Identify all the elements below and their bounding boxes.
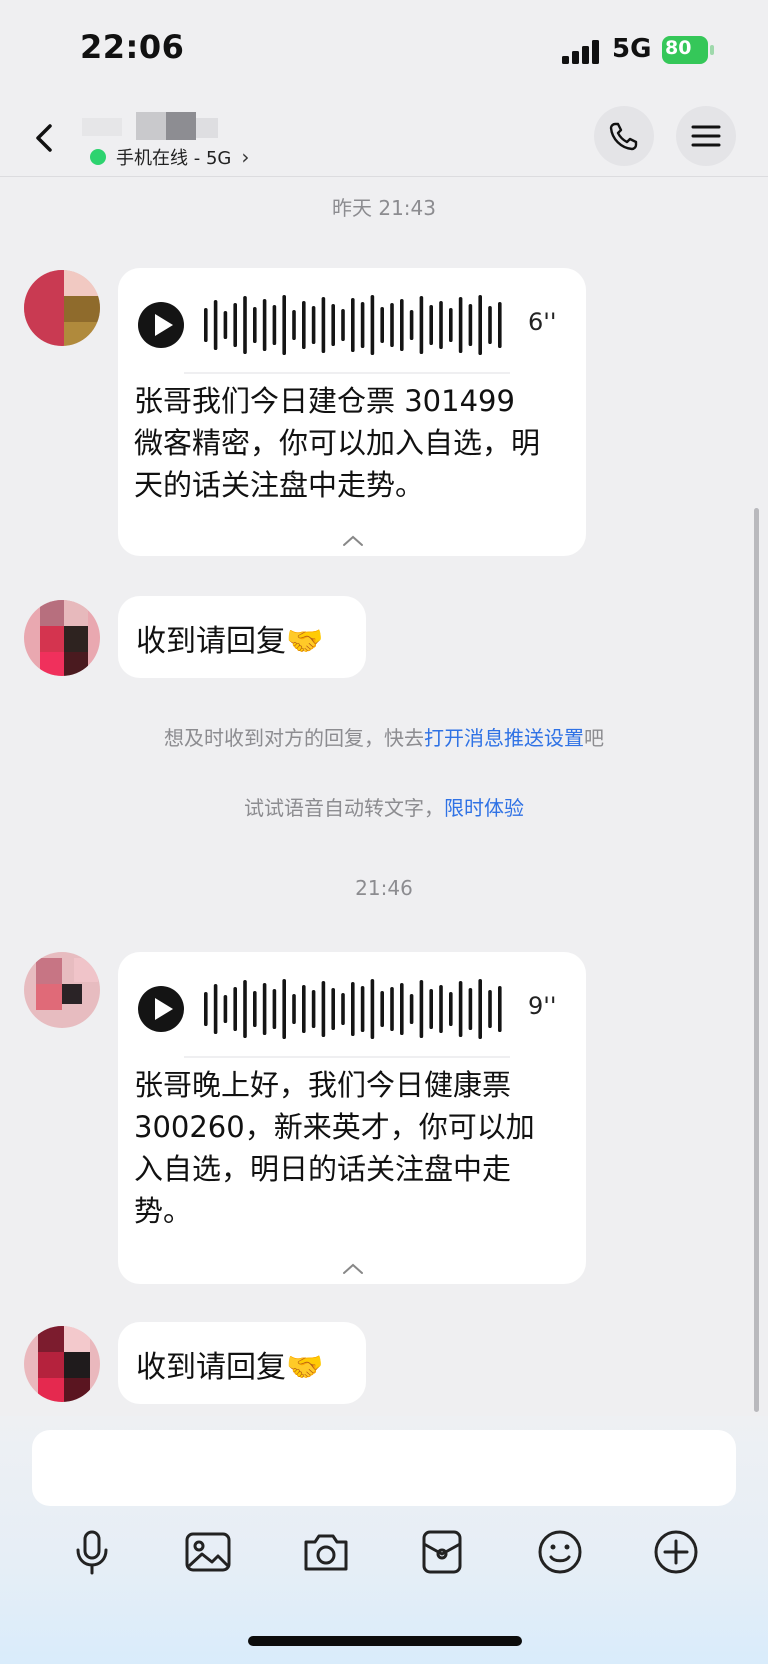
network-type: 5G bbox=[612, 34, 652, 64]
voice-player: 6'' bbox=[138, 294, 558, 355]
play-button[interactable] bbox=[138, 986, 184, 1032]
more-menu-button[interactable] bbox=[676, 106, 736, 166]
voice-call-button[interactable] bbox=[594, 106, 654, 166]
status-time: 22:06 bbox=[80, 28, 185, 66]
text-message-bubble[interactable]: 收到请回复🤝 bbox=[118, 596, 366, 678]
voice-player: 9'' bbox=[138, 978, 558, 1039]
online-status-text: 手机在线 - 5G bbox=[116, 148, 232, 169]
home-indicator[interactable] bbox=[248, 1636, 522, 1646]
push-settings-link[interactable]: 打开消息推送设置 bbox=[424, 726, 584, 750]
voice-duration: 6'' bbox=[528, 308, 557, 336]
waveform-icon bbox=[204, 295, 502, 355]
avatar[interactable] bbox=[24, 270, 100, 346]
image-icon[interactable] bbox=[182, 1526, 234, 1578]
waveform-icon bbox=[204, 979, 502, 1039]
voice-duration: 9'' bbox=[528, 992, 557, 1020]
signal-icon bbox=[562, 40, 599, 64]
timestamp: 昨天 21:43 bbox=[332, 196, 436, 220]
emoji-icon[interactable] bbox=[534, 1526, 586, 1578]
play-button[interactable] bbox=[138, 302, 184, 348]
online-status[interactable]: 手机在线 - 5G › bbox=[90, 144, 249, 170]
voice-transcript: 张哥我们今日建仓票 301499 微客精密，你可以加入自选，明天的话关注盘中走势… bbox=[134, 384, 541, 502]
voice-to-text-trial-link[interactable]: 限时体验 bbox=[444, 796, 524, 820]
play-icon bbox=[155, 314, 173, 336]
contact-name-mosaic[interactable] bbox=[82, 112, 222, 140]
voice-message-bubble[interactable]: 6'' 张哥我们今日建仓票 301499 微客精密，你可以加入自选，明天的话关注… bbox=[118, 268, 586, 556]
push-settings-notice: 想及时收到对方的回复，快去打开消息推送设置吧 bbox=[164, 726, 604, 750]
hamburger-menu-icon bbox=[691, 125, 721, 147]
back-icon[interactable] bbox=[26, 118, 66, 158]
battery-indicator: 80 bbox=[662, 36, 716, 64]
online-dot-icon bbox=[90, 149, 106, 165]
avatar[interactable] bbox=[24, 952, 100, 1028]
message-input[interactable] bbox=[32, 1430, 736, 1506]
microphone-icon[interactable] bbox=[66, 1526, 118, 1578]
battery-level: 80 bbox=[665, 37, 692, 59]
message-text: 收到请回复🤝 bbox=[136, 624, 324, 659]
sticker-icon[interactable] bbox=[416, 1526, 468, 1578]
chevron-up-icon[interactable] bbox=[340, 532, 366, 548]
scrollbar[interactable] bbox=[754, 508, 759, 1412]
voice-message-bubble[interactable]: 9'' 张哥晚上好，我们今日健康票 300260，新来英才，你可以加入自选，明日… bbox=[118, 952, 586, 1284]
status-bar: 22:06 5G 80 bbox=[0, 0, 768, 100]
chevron-right-icon: › bbox=[241, 145, 250, 169]
message-text: 收到请回复🤝 bbox=[136, 1350, 324, 1385]
voice-to-text-notice: 试试语音自动转文字，限时体验 bbox=[244, 796, 524, 820]
timestamp: 21:46 bbox=[355, 876, 413, 900]
voice-transcript: 张哥晚上好，我们今日健康票 300260，新来英才，你可以加入自选，明日的话关注… bbox=[134, 1068, 535, 1228]
chevron-up-icon[interactable] bbox=[340, 1260, 366, 1276]
plus-circle-icon[interactable] bbox=[650, 1526, 702, 1578]
camera-icon[interactable] bbox=[300, 1526, 352, 1578]
avatar[interactable] bbox=[24, 1326, 100, 1402]
play-icon bbox=[155, 998, 173, 1020]
chat-header: 手机在线 - 5G › bbox=[0, 100, 768, 177]
input-panel bbox=[0, 1416, 768, 1664]
text-message-bubble[interactable]: 收到请回复🤝 bbox=[118, 1322, 366, 1404]
avatar[interactable] bbox=[24, 600, 100, 676]
phone-icon bbox=[609, 122, 638, 151]
